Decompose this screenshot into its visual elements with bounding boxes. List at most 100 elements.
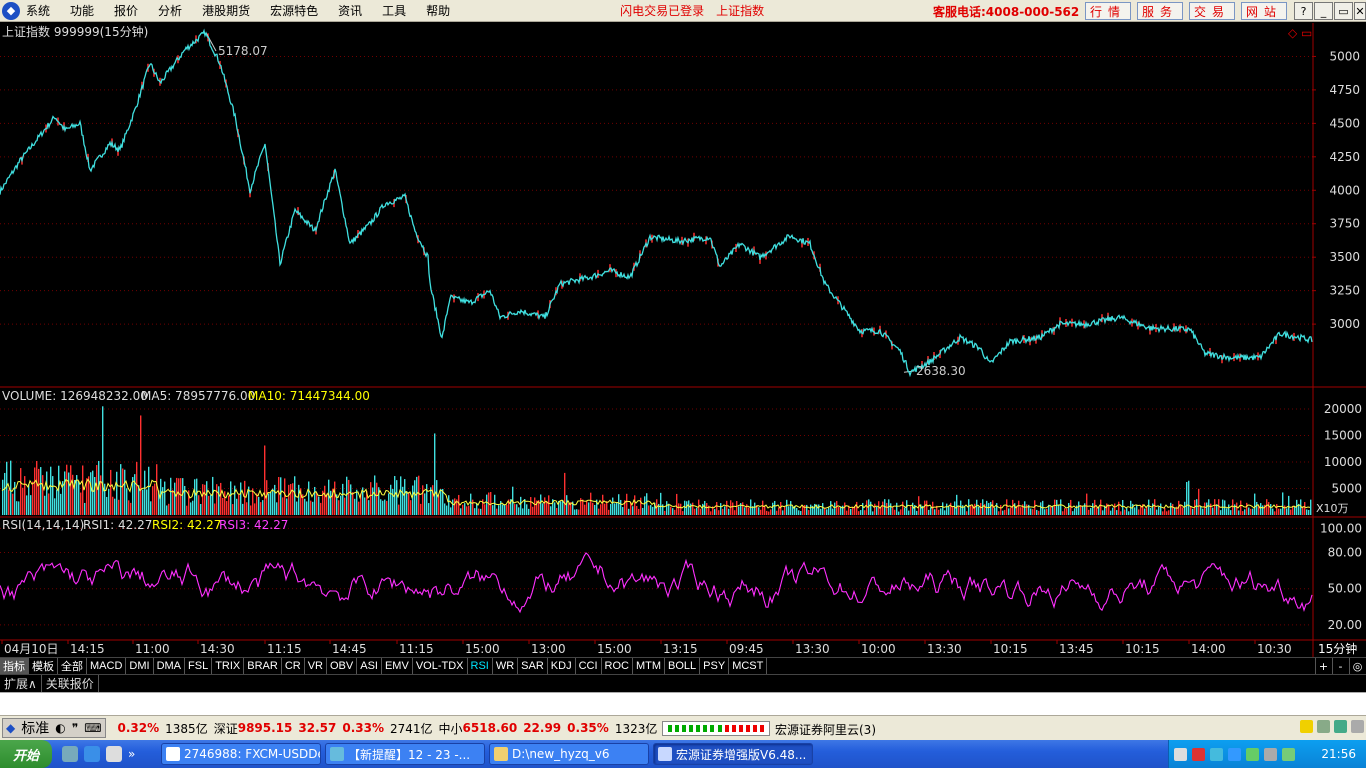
indicator-tab-boll[interactable]: BOLL bbox=[665, 658, 701, 674]
sz-pct: 0.33% bbox=[342, 721, 384, 735]
indicator-tab-dma[interactable]: DMA bbox=[154, 658, 186, 674]
indicator-tab-roc[interactable]: ROC bbox=[602, 658, 633, 674]
volume-bar bbox=[352, 492, 354, 515]
volume-bar bbox=[1038, 510, 1040, 515]
menu-hk-futures[interactable]: 港股期货 bbox=[202, 2, 250, 19]
menu-tools[interactable]: 工具 bbox=[382, 2, 406, 19]
volume-bar bbox=[458, 494, 460, 515]
volume-bar bbox=[8, 489, 10, 515]
indicator-tab-cci[interactable]: CCI bbox=[576, 658, 602, 674]
quick-launch-app-icon[interactable] bbox=[62, 746, 78, 762]
indicator-tab-指标[interactable]: 指标 bbox=[0, 658, 29, 674]
indicator-tab-cr[interactable]: CR bbox=[282, 658, 305, 674]
tray-network-icon[interactable] bbox=[1174, 747, 1187, 761]
indicator-tab-asi[interactable]: ASI bbox=[357, 658, 382, 674]
help-window-button[interactable]: ? bbox=[1294, 2, 1313, 20]
indicator-tab-trix[interactable]: TRIX bbox=[212, 658, 245, 674]
menu-hongyuan[interactable]: 宏源特色 bbox=[270, 2, 318, 19]
indicator-tab-wr[interactable]: WR bbox=[493, 658, 519, 674]
volume-bar bbox=[1182, 507, 1184, 515]
minimize-button[interactable]: _ bbox=[1314, 2, 1333, 20]
volume-bar bbox=[1226, 508, 1228, 515]
period-label[interactable]: 15分钟 bbox=[1318, 641, 1357, 656]
zoom-in-button[interactable]: + bbox=[1315, 658, 1331, 675]
task-fxcm[interactable]: 2746988: FXCM-USDDe... bbox=[161, 743, 321, 765]
night-mode-icon[interactable]: ◐ bbox=[52, 721, 68, 735]
standard-mode[interactable]: 标准 bbox=[18, 718, 52, 738]
volume-bar bbox=[1242, 511, 1244, 515]
volume-header: VOLUME: 126948232.00 bbox=[2, 389, 148, 403]
chart-options-icon[interactable]: ◇ ▭ bbox=[1288, 26, 1312, 40]
volume-bar bbox=[268, 493, 270, 515]
volume-bar bbox=[1072, 511, 1074, 515]
tray-volume-icon[interactable] bbox=[1210, 747, 1223, 761]
settings-icon[interactable] bbox=[1351, 720, 1364, 733]
trade-button[interactable]: 交易 bbox=[1189, 2, 1235, 20]
volume-bar bbox=[26, 495, 28, 515]
close-button[interactable]: ✕ bbox=[1354, 2, 1366, 20]
indicator-tab-sar[interactable]: SAR bbox=[518, 658, 548, 674]
indicator-tab-全部[interactable]: 全部 bbox=[58, 658, 87, 674]
tray-update-icon[interactable] bbox=[1246, 747, 1259, 761]
volume-bar bbox=[616, 502, 618, 515]
volume-bar bbox=[6, 461, 8, 515]
volume-bar bbox=[992, 500, 994, 515]
more-icon[interactable]: » bbox=[128, 747, 135, 761]
market-button[interactable]: 行情 bbox=[1085, 2, 1131, 20]
volume-bar bbox=[246, 502, 248, 515]
volume-bar bbox=[830, 501, 832, 515]
tray-monitor-icon[interactable] bbox=[1228, 747, 1241, 761]
task-folder[interactable]: D:\new_hyzq_v6 bbox=[489, 743, 649, 765]
logo-icon: ◆ bbox=[6, 721, 16, 735]
menu-function[interactable]: 功能 bbox=[70, 2, 94, 19]
task-hongyuan[interactable]: 宏源证券增强版V6.48... bbox=[653, 743, 813, 765]
restore-button[interactable]: ▭ bbox=[1334, 2, 1353, 20]
task-reminder[interactable]: 【新提醒】12 - 23 -... bbox=[325, 743, 485, 765]
menu-info[interactable]: 资讯 bbox=[338, 2, 362, 19]
indicator-tab-vol-tdx[interactable]: VOL-TDX bbox=[413, 658, 468, 674]
menu-help[interactable]: 帮助 bbox=[426, 2, 450, 19]
volume-bar bbox=[692, 502, 694, 515]
quick-launch: » bbox=[62, 746, 135, 762]
zoom-reset-button[interactable]: ◎ bbox=[1349, 658, 1365, 675]
start-button[interactable]: 开始 bbox=[0, 740, 52, 768]
server-name[interactable]: 宏源证券阿里云(3) bbox=[775, 721, 876, 738]
volume-bar bbox=[484, 504, 486, 515]
indicator-tab-macd[interactable]: MACD bbox=[87, 658, 127, 674]
indicator-tab-mtm[interactable]: MTM bbox=[633, 658, 666, 674]
stock-chart[interactable]: 上证指数 999999(15分钟) ◇ ▭ 5000 4750 4500 4250 40… bbox=[0, 23, 1366, 657]
indicator-tab-mcst[interactable]: MCST bbox=[729, 658, 768, 674]
volume-bar bbox=[1250, 508, 1252, 515]
zoom-out-button[interactable]: - bbox=[1332, 658, 1348, 675]
website-button[interactable]: 网站 bbox=[1241, 2, 1287, 20]
indicator-tab-psy[interactable]: PSY bbox=[700, 658, 730, 674]
app-logo-icon: ◆ bbox=[2, 1, 20, 20]
tray-app-icon[interactable] bbox=[1282, 747, 1295, 761]
related-quote-tab[interactable]: 关联报价 bbox=[42, 675, 99, 692]
quote-icon[interactable]: ❞ bbox=[69, 721, 81, 735]
indicator-tab-模板[interactable]: 模板 bbox=[29, 658, 58, 674]
service-button[interactable]: 服务 bbox=[1137, 2, 1183, 20]
volume-bar bbox=[282, 497, 284, 515]
menu-system[interactable]: 系统 bbox=[26, 2, 50, 19]
menu-analysis[interactable]: 分析 bbox=[158, 2, 182, 19]
indicator-tab-kdj[interactable]: KDJ bbox=[548, 658, 576, 674]
volume-bar bbox=[264, 445, 266, 515]
indicator-tab-dmi[interactable]: DMI bbox=[126, 658, 154, 674]
volume-bar bbox=[1066, 508, 1068, 515]
tray-security-icon[interactable] bbox=[1264, 747, 1277, 761]
expand-tab[interactable]: 扩展∧ bbox=[0, 675, 42, 692]
indicator-tab-obv[interactable]: OBV bbox=[327, 658, 358, 674]
indicator-tab-fsl[interactable]: FSL bbox=[185, 658, 213, 674]
indicator-tab-emv[interactable]: EMV bbox=[382, 658, 413, 674]
keyboard-icon[interactable]: ⌨ bbox=[81, 721, 104, 735]
menu-quote[interactable]: 报价 bbox=[114, 2, 138, 19]
alert-icon[interactable] bbox=[1300, 720, 1313, 733]
ie-icon[interactable] bbox=[84, 746, 100, 762]
desktop-icon[interactable] bbox=[106, 746, 122, 762]
indicator-tab-rsi[interactable]: RSI bbox=[468, 658, 493, 674]
volume-bar bbox=[748, 507, 750, 515]
tray-shield-icon[interactable] bbox=[1192, 747, 1205, 761]
indicator-tab-brar[interactable]: BRAR bbox=[244, 658, 282, 674]
indicator-tab-vr[interactable]: VR bbox=[305, 658, 327, 674]
